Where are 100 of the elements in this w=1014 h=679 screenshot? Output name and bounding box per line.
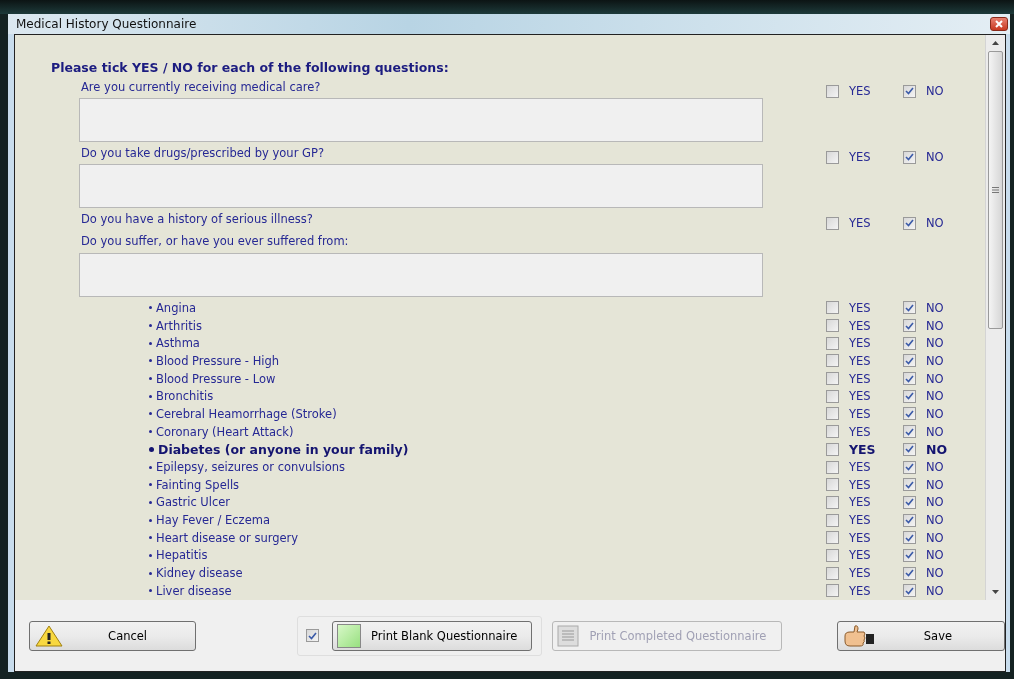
condition-label: Cerebral Heamorrhage (Stroke) [156,406,337,421]
bullet-icon [149,483,152,487]
close-icon [995,20,1003,28]
condition-label: Blood Pressure - Low [156,371,276,386]
checkbox[interactable] [826,531,839,545]
bullet-icon [149,377,152,381]
checkbox[interactable] [903,336,916,350]
checkbox[interactable] [826,495,839,509]
checkbox[interactable] [826,548,839,562]
notes-field[interactable] [79,253,763,297]
checkbox[interactable] [903,407,916,421]
notes-field[interactable] [79,164,763,208]
checkbox[interactable] [826,566,839,580]
checkbox[interactable] [826,460,839,474]
yes-label: YES [849,441,876,457]
notes-field[interactable] [79,98,763,142]
checkbox[interactable] [903,354,916,368]
checkbox[interactable] [903,460,916,474]
bullet-icon [149,536,152,540]
question-text: Are you currently receiving medical care? [80,79,322,94]
yes-label: YES [849,566,871,581]
checkbox[interactable] [903,301,916,315]
no-label: NO [926,548,944,563]
no-label: NO [926,371,944,386]
checkbox[interactable] [903,216,916,230]
bullet-icon [149,571,152,575]
checkbox[interactable] [826,301,839,315]
instruction-heading: Please tick YES / NO for each of the following questions: [50,61,450,76]
condition-label: Fainting Spells [156,477,240,492]
no-label: NO [926,389,944,404]
yes-label: YES [849,216,871,230]
checkbox[interactable] [903,319,916,333]
checkbox[interactable] [826,425,839,439]
bullet-icon [149,412,152,416]
yes-label: YES [849,513,871,528]
bullet-icon [149,446,154,452]
no-label: NO [926,406,944,421]
checkbox[interactable] [826,216,839,230]
scrollbar[interactable] [985,35,1005,600]
no-label: NO [926,477,944,492]
save-button[interactable]: Save [836,620,1005,651]
scrollbar-thumb[interactable] [988,51,1003,329]
no-label: NO [926,495,944,510]
yes-label: YES [849,371,871,386]
condition-label: Bronchitis [156,389,214,404]
checkbox[interactable] [903,478,916,492]
close-button[interactable] [990,17,1008,31]
checkbox[interactable] [903,442,916,456]
condition-label: Kidney disease [156,566,243,581]
yes-label: YES [849,150,871,164]
checkbox[interactable] [306,629,320,642]
checkbox[interactable] [903,425,916,439]
checkbox[interactable] [903,495,916,509]
condition-label: Diabetes (or anyone in your family) [158,441,409,457]
checkbox[interactable] [826,336,839,350]
no-label: NO [926,300,944,315]
checkbox[interactable] [826,84,839,98]
checkbox[interactable] [903,150,916,164]
checkbox[interactable] [826,478,839,492]
document-icon [556,624,579,647]
bullet-icon [149,306,152,310]
checkbox[interactable] [826,150,839,164]
condition-label: Heart disease or surgery [156,530,299,545]
down-arrow-icon [992,590,999,594]
no-label: NO [926,336,944,351]
checkbox[interactable] [903,84,916,98]
print-blank-button[interactable]: Print Blank Questionnaire [332,620,533,651]
checkbox[interactable] [903,372,916,386]
checkbox[interactable] [903,548,916,562]
yes-label: YES [849,424,871,439]
no-label: NO [926,216,944,230]
no-label: NO [926,583,944,598]
cancel-button[interactable]: Cancel [29,620,197,651]
no-label: NO [926,441,948,457]
checkbox[interactable] [903,531,916,545]
condition-label: Liver disease [156,583,232,598]
checkbox[interactable] [826,372,839,386]
checkbox[interactable] [903,584,916,598]
yes-label: YES [849,530,871,545]
checkbox[interactable] [826,407,839,421]
yes-label: YES [849,495,871,510]
checkbox[interactable] [826,513,839,527]
checkbox[interactable] [903,389,916,403]
condition-label: Blood Pressure - High [156,353,280,368]
question-text: Do you take drugs/prescribed by your GP? [80,145,325,160]
checkbox[interactable] [903,566,916,580]
checkbox[interactable] [826,584,839,598]
checkbox[interactable] [826,389,839,403]
yes-label: YES [849,477,871,492]
checkbox[interactable] [826,354,839,368]
grip-icon [992,187,999,193]
checkbox[interactable] [826,319,839,333]
condition-label: Arthritis [156,318,202,333]
checkbox[interactable] [903,513,916,527]
checkbox[interactable] [826,442,839,456]
window-title: Medical History Questionnaire [16,17,197,31]
condition-label: Hepatitis [156,548,208,563]
bullet-icon [149,518,152,522]
yes-label: YES [849,583,871,598]
bullet-icon [149,324,152,328]
